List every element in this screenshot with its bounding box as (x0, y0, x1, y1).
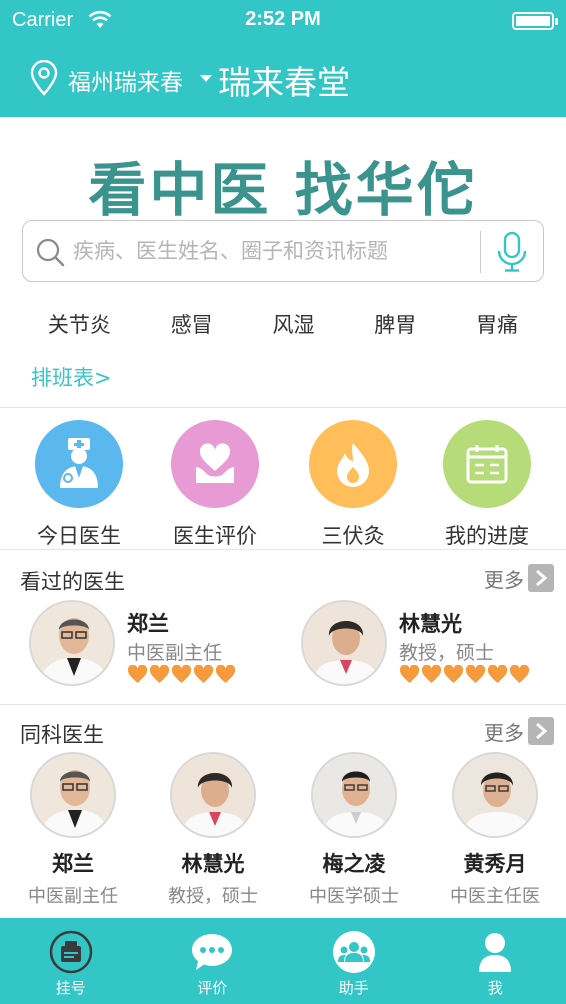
chat-icon (192, 934, 233, 970)
section-title: 同科医生 (20, 723, 104, 747)
heart-icon (171, 665, 192, 683)
location-icon[interactable] (28, 60, 60, 96)
flame-icon (309, 420, 397, 508)
tab-label: 助手 (338, 979, 369, 997)
more-link[interactable]: 更多 (484, 564, 524, 593)
avatar (170, 752, 256, 838)
heart-icon (509, 665, 530, 683)
hot-tag[interactable]: 感冒 (171, 309, 213, 349)
doctor-title: 教授，硕士 (168, 886, 258, 907)
chevron-right-icon[interactable] (528, 564, 554, 592)
search-divider (480, 231, 481, 273)
same-dept-doctor-card[interactable]: 梅之凌 中医学硕士 (289, 752, 419, 908)
slogan: 看中医 找华佗 (88, 156, 478, 224)
avatar (301, 600, 387, 686)
hot-tags: 关节炎 感冒 风湿 脾胃 胃痛 (0, 309, 566, 349)
visited-doctor-card[interactable]: 林慧光 教授，硕士 (301, 600, 561, 690)
hospital-title: 瑞来春堂 (218, 63, 350, 102)
heart-icon (465, 665, 486, 683)
tab-register[interactable]: 挂号 (0, 918, 142, 1004)
tab-label: 挂号 (55, 979, 86, 997)
microphone-icon[interactable] (495, 231, 529, 273)
person-icon (479, 933, 512, 972)
hot-tag[interactable]: 胃痛 (476, 309, 518, 349)
top-bar: Carrier 2:52 PM 福州瑞来春 瑞来春堂 (0, 0, 566, 117)
search-icon (36, 238, 65, 267)
feature-today-doctors[interactable]: 今日医生 (9, 420, 149, 550)
heart-icon (421, 665, 442, 683)
doctor-name: 郑兰 (127, 612, 169, 636)
visited-doctor-card[interactable]: 郑兰 中医副主任 (29, 600, 289, 690)
search-bar[interactable] (22, 220, 544, 282)
feature-grid: 今日医生 医生评价 三伏灸 我的进度 (0, 407, 566, 550)
heart-icon (443, 665, 464, 683)
tab-label: 我 (487, 979, 503, 997)
doctor-title: 中医主任医 (450, 886, 540, 907)
calendar-icon (443, 420, 531, 508)
tab-bar: 挂号 评价 助手 我 (0, 918, 566, 1004)
tab-label: 评价 (197, 979, 228, 997)
city-selector[interactable]: 福州瑞来春 (68, 63, 183, 97)
doctor-icon (35, 420, 123, 508)
feature-sanfu-moxibustion[interactable]: 三伏灸 (283, 420, 423, 550)
feature-label: 今日医生 (37, 524, 121, 548)
heart-icon (149, 665, 170, 683)
feature-my-progress[interactable]: 我的进度 (417, 420, 557, 550)
avatar (29, 600, 115, 686)
clock: 2:52 PM (245, 8, 321, 30)
more-link[interactable]: 更多 (484, 717, 524, 746)
visited-doctors-header: 看过的医生 更多 (0, 552, 566, 598)
section-title: 看过的医生 (20, 570, 125, 594)
heart-icon (399, 665, 420, 683)
doctor-title: 中医副主任 (28, 886, 118, 907)
doctor-name: 林慧光 (399, 612, 462, 636)
schedule-link[interactable]: 排班表> (31, 362, 112, 392)
tab-assistant[interactable]: 助手 (283, 918, 425, 1004)
heart-hand-icon (171, 420, 259, 508)
hot-tag[interactable]: 脾胃 (374, 309, 416, 349)
doctor-title: 教授，硕士 (399, 642, 495, 664)
same-dept-doctor-card[interactable]: 郑兰 中医副主任 (8, 752, 138, 908)
tab-reviews[interactable]: 评价 (142, 918, 284, 1004)
doctor-name: 郑兰 (52, 852, 94, 876)
avatar (311, 752, 397, 838)
same-dept-doctor-card[interactable]: 黄秀月 中医主任医 (430, 752, 560, 908)
hot-tag[interactable]: 风湿 (272, 309, 314, 349)
feature-label: 医生评价 (173, 524, 257, 548)
feature-label: 三伏灸 (321, 524, 385, 548)
doctor-name: 黄秀月 (463, 852, 527, 876)
battery-icon (512, 12, 558, 30)
feature-doctor-reviews[interactable]: 医生评价 (145, 420, 285, 550)
hot-tag[interactable]: 关节炎 (48, 309, 111, 349)
doctor-title: 中医学硕士 (309, 886, 399, 907)
rating-hearts (127, 665, 236, 684)
status-bar: Carrier 2:52 PM (0, 0, 566, 44)
chevron-right-icon[interactable] (528, 717, 554, 745)
same-dept-doctor-card[interactable]: 林慧光 教授，硕士 (148, 752, 278, 908)
doctor-title: 中医副主任 (127, 642, 223, 664)
rating-hearts (399, 665, 530, 684)
tab-me[interactable]: 我 (425, 918, 566, 1004)
heart-icon (487, 665, 508, 683)
same-dept-header: 同科医生 更多 (0, 705, 566, 751)
hero-section: 看中医 找华佗 关节炎 感冒 风湿 脾胃 胃痛 排班表> (0, 117, 566, 407)
doctor-name: 林慧光 (181, 852, 245, 876)
register-icon (49, 930, 92, 974)
group-icon (332, 931, 375, 973)
search-input[interactable] (73, 222, 473, 280)
doctor-name: 梅之凌 (322, 852, 386, 876)
heart-icon (193, 665, 214, 683)
chevron-down-icon[interactable] (200, 75, 212, 82)
feature-label: 我的进度 (445, 524, 529, 548)
heart-icon (215, 665, 236, 683)
avatar (452, 752, 538, 838)
avatar (30, 752, 116, 838)
heart-icon (127, 665, 148, 683)
